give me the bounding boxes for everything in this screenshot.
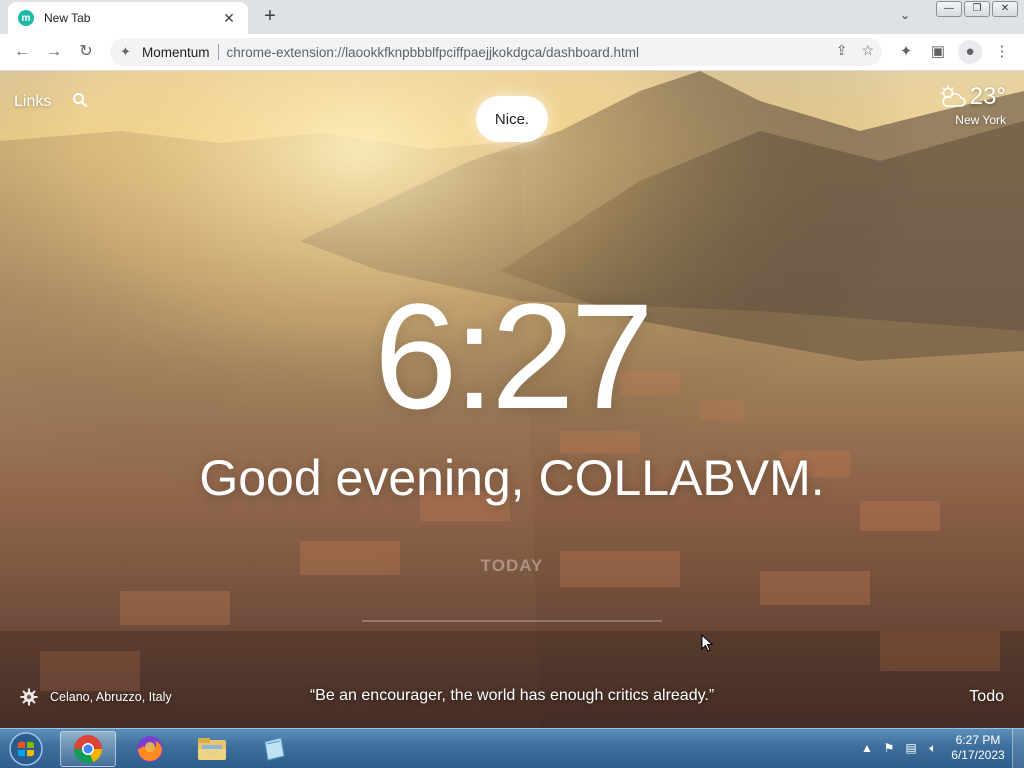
weather-widget[interactable]: 23° New York <box>938 83 1006 127</box>
extension-name: Momentum <box>142 44 210 60</box>
firefox-icon <box>137 736 163 762</box>
kebab-menu-icon[interactable]: ⋮ <box>990 40 1014 64</box>
omnibox-actions: ⇪ ☆ <box>836 42 874 59</box>
taskbar-chrome[interactable] <box>60 731 116 767</box>
address-bar[interactable]: ✦ Momentum chrome-extension://laookkfknp… <box>110 38 882 66</box>
system-tray: ▲ ⚑ ▤ 🔈︎ 6:27 PM 6/17/2023 <box>860 733 1008 763</box>
tab-title: New Tab <box>44 11 91 25</box>
volume-icon[interactable]: 🔈︎ <box>926 741 940 755</box>
browser-toolbar: ← → ↻ ✦ Momentum chrome-extension://laoo… <box>0 34 1024 71</box>
action-center-flag-icon[interactable]: ⚑ <box>882 741 896 755</box>
tab-new-tab[interactable]: m New Tab ✕ <box>8 2 248 34</box>
network-icon[interactable]: ▤ <box>904 741 918 755</box>
side-panel-icon[interactable]: ▣ <box>926 40 950 64</box>
quote[interactable]: “Be an encourager, the world has enough … <box>0 687 1024 705</box>
puzzle-piece-icon: ✦ <box>120 44 131 59</box>
clock[interactable]: 6:27 <box>0 281 1024 431</box>
taskbar-clock[interactable]: 6:27 PM 6/17/2023 <box>948 733 1008 763</box>
url-text[interactable]: chrome-extension://laookkfknpbbblfpciffp… <box>227 45 640 60</box>
taskbar-time: 6:27 PM <box>955 733 1001 747</box>
weather-location: New York <box>955 113 1006 127</box>
focus-today-label: TODAY <box>480 556 544 575</box>
extensions-puzzle-icon[interactable]: ✦ <box>894 40 918 64</box>
notepad-icon <box>264 737 285 761</box>
tab-close-icon[interactable]: ✕ <box>220 10 238 27</box>
bookmark-star-icon[interactable]: ☆ <box>861 42 874 59</box>
search-icon[interactable] <box>72 92 88 108</box>
taskbar-notepad[interactable] <box>246 731 302 767</box>
close-window-button[interactable]: ✕ <box>992 1 1018 17</box>
new-tab-button[interactable]: + <box>258 6 282 28</box>
browser-tabstrip: m New Tab ✕ + ⌄ — ❐ ✕ <box>0 0 1024 34</box>
omnibox-divider <box>217 44 219 60</box>
profile-avatar-icon[interactable]: ● <box>958 40 982 64</box>
show-hidden-icons-chevron-icon[interactable]: ▲ <box>860 741 874 755</box>
forward-arrow-icon[interactable]: → <box>42 40 66 64</box>
mantra-bubble[interactable]: Nice. <box>476 96 548 142</box>
focus-input[interactable] <box>362 589 662 622</box>
taskbar-date: 6/17/2023 <box>951 748 1005 762</box>
taskbar-firefox[interactable] <box>122 731 178 767</box>
todo-button[interactable]: Todo <box>969 688 1004 706</box>
taskbar-file-explorer[interactable] <box>184 731 240 767</box>
links-button[interactable]: Links <box>14 93 51 111</box>
minimize-button[interactable]: — <box>936 1 962 17</box>
partly-cloudy-icon <box>940 85 966 107</box>
windows-start-icon[interactable] <box>6 731 46 767</box>
show-desktop-button[interactable] <box>1012 729 1024 768</box>
mouse-cursor-icon <box>701 634 713 652</box>
share-icon[interactable]: ⇪ <box>836 42 848 59</box>
momentum-favicon-icon: m <box>18 10 34 26</box>
folder-icon <box>198 738 226 760</box>
window-controls: — ❐ ✕ <box>936 1 1018 17</box>
greeting[interactable]: Good evening, COLLABVM. <box>0 449 1024 507</box>
tab-search-chevron-icon[interactable]: ⌄ <box>896 8 914 26</box>
momentum-dashboard: Links Nice. 23° New York 6:27 Good eveni… <box>0 71 1024 728</box>
back-arrow-icon[interactable]: ← <box>10 40 34 64</box>
restore-button[interactable]: ❐ <box>964 1 990 17</box>
weather-temperature: 23° <box>969 83 1006 110</box>
chrome-icon <box>73 735 102 764</box>
reload-icon[interactable]: ↻ <box>74 40 98 64</box>
windows-taskbar: ▲ ⚑ ▤ 🔈︎ 6:27 PM 6/17/2023 <box>0 728 1024 768</box>
